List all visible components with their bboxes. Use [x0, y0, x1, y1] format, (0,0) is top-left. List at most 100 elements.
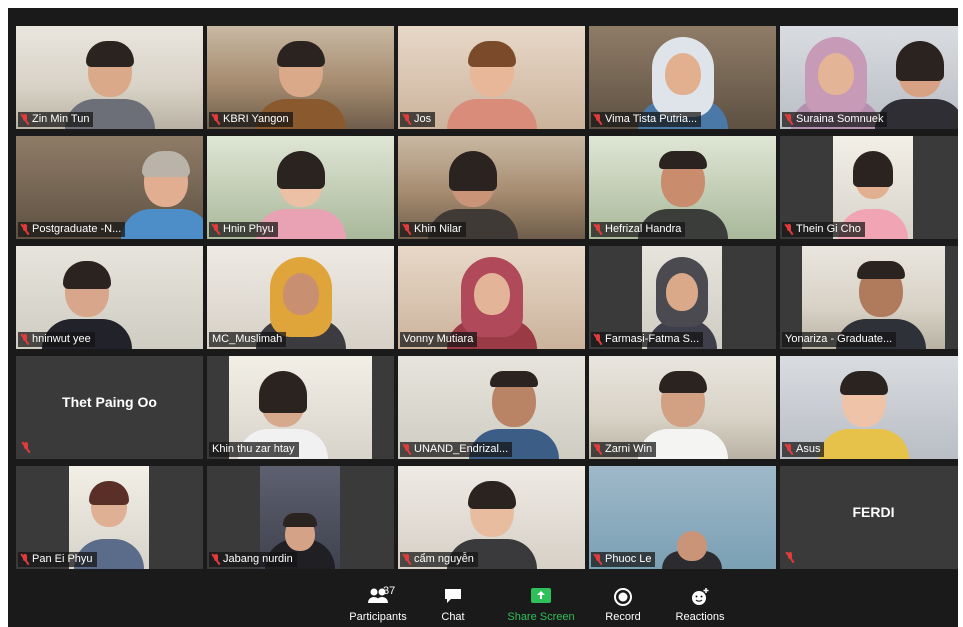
share-screen-label: Share Screen	[507, 611, 575, 623]
participant-figure	[819, 367, 910, 459]
participant-name-label: Phuoc Le	[591, 552, 656, 567]
participant-name: Vonny Mutiara	[403, 333, 474, 345]
participant-name: KBRI Yangon	[223, 113, 289, 125]
record-icon	[613, 587, 633, 607]
mic-muted-icon	[594, 334, 602, 345]
participant-name: UNAND_Endrizal...	[414, 443, 509, 455]
participant-name-label: Asus	[782, 442, 825, 457]
participant-name-label: Vima Tista Putria...	[591, 112, 702, 127]
participant-name: Hefrizal Handra	[605, 223, 682, 235]
participant-name-label: Pan Ei Phyu	[18, 552, 97, 567]
participant-name: Thet Paing Oo	[62, 394, 157, 410]
reactions-button[interactable]: Reactions	[665, 587, 735, 623]
participant-tile[interactable]: Hefrizal Handra	[589, 136, 776, 239]
participant-name: Zarni Win	[605, 443, 653, 455]
participant-name: Khin Nilar	[414, 223, 462, 235]
participant-name: MC_Muslimah	[212, 333, 283, 345]
participant-name: Hnin Phyu	[223, 223, 274, 235]
participant-tile[interactable]: KBRI Yangon	[207, 26, 394, 129]
participants-button[interactable]: 37 Participants	[343, 585, 413, 623]
participant-name: Postgraduate -N...	[32, 223, 122, 235]
video-grid: Zin Min Tun KBRI Yangon Jos Vima Tista P…	[8, 8, 958, 573]
record-button[interactable]: Record	[588, 587, 658, 623]
participant-tile-video-off[interactable]: FERDI	[780, 466, 958, 569]
participant-tile-video-off[interactable]: Thet Paing Oo	[16, 356, 203, 459]
chat-button[interactable]: Chat	[418, 587, 488, 623]
participant-name-label: Khin Nilar	[400, 222, 466, 237]
participant-name: Pan Ei Phyu	[32, 553, 93, 565]
participant-name: Asus	[796, 443, 821, 455]
participant-name: hninwut yee	[32, 333, 91, 345]
participant-name-label: Jabang nurdin	[209, 552, 297, 567]
participant-tile[interactable]: Yonariza - Graduate...	[780, 246, 958, 349]
mic-muted-icon	[21, 114, 29, 125]
participant-tile[interactable]: Asus	[780, 356, 958, 459]
participant-tile[interactable]: Phuoc Le	[589, 466, 776, 569]
participants-count: 37	[383, 585, 396, 597]
participant-name-label: Jos	[400, 112, 436, 127]
participant-tile[interactable]: UNAND_Endrizal...	[398, 356, 585, 459]
meeting-window: Zin Min Tun KBRI Yangon Jos Vima Tista P…	[8, 8, 958, 627]
participants-label: Participants	[349, 611, 407, 623]
participant-name: Vima Tista Putria...	[605, 113, 698, 125]
participant-tile[interactable]: Farmasi-Fatma S...	[589, 246, 776, 349]
participant-tile[interactable]: Khin Nilar	[398, 136, 585, 239]
mic-muted-icon	[21, 334, 29, 345]
mic-muted-icon	[403, 224, 411, 235]
participant-figure	[120, 147, 203, 239]
participant-tile-active-speaker[interactable]: MC_Muslimah	[207, 246, 394, 349]
participant-name-label: Khin thu zar htay	[209, 442, 299, 457]
participant-tile[interactable]: Jos	[398, 26, 585, 129]
participant-name-label: Suraina Somnuek	[782, 112, 888, 127]
share-screen-button[interactable]: Share Screen	[501, 587, 581, 623]
chat-icon	[443, 587, 463, 607]
participant-name: Zin Min Tun	[32, 113, 90, 125]
mic-muted-icon	[785, 444, 793, 455]
participant-tile[interactable]: cẩm nguyễn	[398, 466, 585, 569]
participant-tile[interactable]: Thein Gi Cho	[780, 136, 958, 239]
participant-tile[interactable]: Hnin Phyu	[207, 136, 394, 239]
participant-figure	[661, 529, 722, 569]
participant-figure	[875, 37, 958, 129]
participant-tile[interactable]: Vonny Mutiara	[398, 246, 585, 349]
participant-figure	[446, 37, 537, 129]
mic-muted-icon	[785, 224, 793, 235]
participant-tile[interactable]: Suraina Somnuek	[780, 26, 958, 129]
participant-name-label: cẩm nguyễn	[400, 552, 478, 567]
participant-name-label: Zin Min Tun	[18, 112, 94, 127]
mic-muted-icon	[594, 444, 602, 455]
participant-tile[interactable]: Jabang nurdin	[207, 466, 394, 569]
participant-tile[interactable]: Khin thu zar htay	[207, 356, 394, 459]
reactions-icon	[690, 587, 710, 607]
reactions-label: Reactions	[675, 611, 725, 623]
mic-muted-icon	[21, 554, 29, 565]
participant-name: Jabang nurdin	[223, 553, 293, 565]
mic-muted-icon	[212, 224, 220, 235]
participant-tile[interactable]: Vima Tista Putria...	[589, 26, 776, 129]
mic-muted-icon	[403, 554, 411, 565]
record-label: Record	[605, 611, 641, 623]
participant-name-label: Hnin Phyu	[209, 222, 278, 237]
mic-muted-icon	[403, 444, 411, 455]
participant-tile[interactable]: hninwut yee	[16, 246, 203, 349]
participant-tile[interactable]: Pan Ei Phyu	[16, 466, 203, 569]
participant-name-label: MC_Muslimah	[209, 332, 287, 347]
participant-tile[interactable]: Postgraduate -N...	[16, 136, 203, 239]
participant-name-label: Postgraduate -N...	[18, 222, 126, 237]
participant-name: Thein Gi Cho	[796, 223, 861, 235]
mic-muted-icon	[594, 554, 602, 565]
participant-name: cẩm nguyễn	[414, 553, 474, 565]
mic-muted-icon	[403, 114, 411, 125]
mic-muted-icon	[22, 442, 30, 453]
mic-muted-icon	[786, 552, 794, 563]
participant-name: Jos	[414, 113, 432, 125]
participant-name-label: UNAND_Endrizal...	[400, 442, 513, 457]
meeting-toolbar: 37 Participants Chat Share Screen Record…	[8, 581, 958, 627]
participant-name: Yonariza - Graduate...	[785, 333, 893, 345]
chat-label: Chat	[441, 611, 465, 623]
participant-name: FERDI	[852, 504, 895, 520]
participant-tile[interactable]: Zarni Win	[589, 356, 776, 459]
participant-name: Khin thu zar htay	[212, 443, 295, 455]
participant-tile[interactable]: Zin Min Tun	[16, 26, 203, 129]
participant-name-label: hninwut yee	[18, 332, 95, 347]
